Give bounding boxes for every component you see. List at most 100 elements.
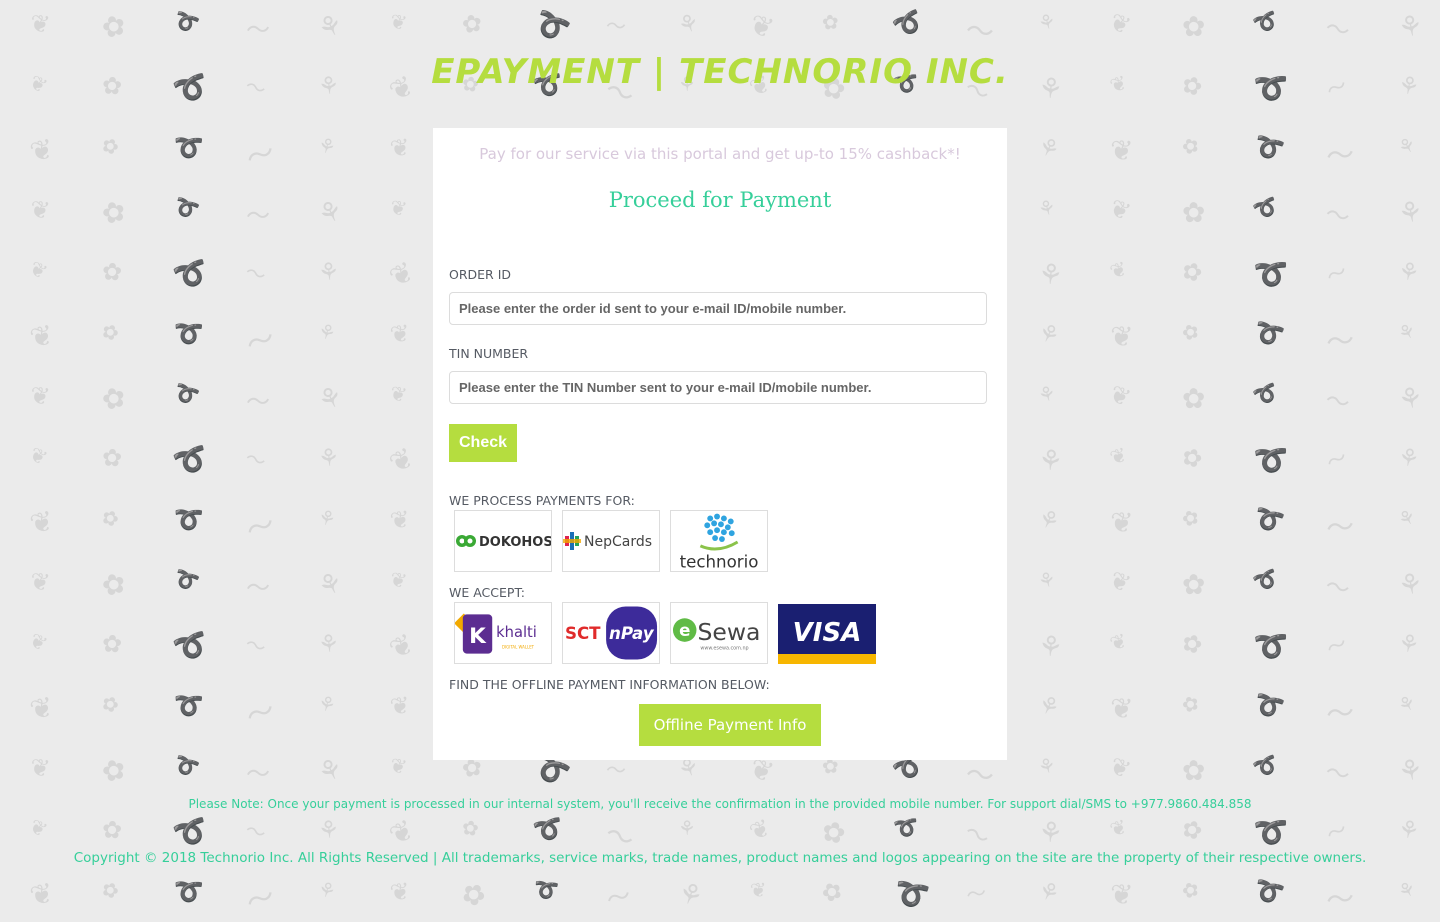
background-pattern-glyph: ➰	[891, 874, 932, 915]
background-pattern-glyph: ⚘	[1033, 874, 1065, 910]
order-id-input[interactable]	[449, 292, 987, 325]
svg-text:e: e	[679, 621, 690, 640]
background-pattern-glyph: ✿	[97, 689, 123, 719]
background-pattern-glyph: ❦	[25, 627, 52, 657]
background-pattern-glyph: ✿	[1181, 195, 1206, 230]
background-pattern-glyph: ➰	[1250, 502, 1288, 538]
background-pattern-glyph: 〜	[1322, 13, 1353, 47]
background-pattern-glyph: 〜	[603, 880, 635, 915]
background-pattern-glyph: ➰	[1250, 130, 1288, 166]
background-pattern-glyph: ❦	[387, 380, 410, 408]
background-pattern-glyph: ❦	[1106, 813, 1131, 843]
svg-text:Sewa: Sewa	[697, 618, 760, 646]
svg-text:SCT: SCT	[565, 624, 601, 643]
background-pattern-glyph: ⚘	[1036, 814, 1065, 851]
offline-payment-info-button[interactable]: Offline Payment Info	[639, 704, 821, 746]
background-pattern-glyph: ⚘	[1035, 8, 1059, 36]
background-pattern-glyph: ❦	[1109, 877, 1135, 912]
background-pattern-glyph: ➰	[173, 133, 205, 163]
background-pattern-glyph: ✿	[97, 317, 123, 347]
background-pattern-glyph: ➰	[892, 814, 921, 842]
background-pattern-glyph: ➰	[173, 691, 205, 721]
background-pattern-glyph: ✿	[1177, 441, 1207, 475]
background-pattern-glyph: 〜	[1322, 258, 1352, 290]
background-pattern-glyph: 〜	[1322, 199, 1353, 233]
background-pattern-glyph: ⚘	[1033, 316, 1065, 352]
background-pattern-glyph: ⚘	[315, 876, 339, 904]
background-pattern-glyph: ✿	[101, 815, 124, 845]
background-pattern-glyph: ❦	[1106, 255, 1131, 285]
background-pattern-glyph: 〜	[1322, 385, 1353, 419]
background-pattern-glyph: ➰	[1250, 749, 1283, 783]
background-pattern-glyph: ⚘	[1033, 502, 1065, 538]
background-pattern-glyph: ❦	[388, 690, 412, 722]
check-button[interactable]: Check	[449, 424, 517, 462]
background-pattern-glyph: 〜	[242, 817, 269, 847]
background-pattern-glyph: ⚘	[1035, 752, 1059, 780]
background-pattern-glyph: ➰	[532, 876, 561, 904]
background-pattern-glyph: ❦	[1105, 565, 1135, 599]
background-pattern-glyph: 〜	[245, 387, 271, 417]
payment-heading: Proceed for Payment	[608, 188, 832, 212]
background-pattern-glyph: ✿	[1178, 689, 1203, 719]
background-pattern-glyph: ⚘	[312, 192, 349, 233]
background-pattern-glyph: ❦	[383, 440, 420, 481]
background-pattern-glyph: ✿	[97, 565, 130, 604]
background-pattern-glyph: ✿	[97, 751, 130, 790]
background-pattern-glyph: ⚘	[316, 443, 341, 473]
background-pattern-glyph: ⚘	[678, 816, 696, 840]
background-pattern-glyph: ➰	[1250, 5, 1283, 39]
background-pattern-glyph: ❦	[1106, 441, 1131, 471]
background-pattern-glyph: ❦	[25, 255, 52, 285]
background-pattern-glyph: ✿	[1181, 9, 1206, 44]
background-pattern-glyph: ❦	[26, 317, 57, 356]
tin-number-input[interactable]	[449, 371, 987, 404]
background-pattern-glyph: ⚘	[1036, 256, 1065, 293]
background-pattern-glyph: ➰	[170, 564, 203, 596]
background-pattern-glyph: ❦	[745, 7, 778, 46]
background-pattern-glyph: ⚘	[1393, 503, 1421, 533]
background-pattern-glyph: ➰	[173, 505, 205, 535]
background-pattern-glyph: ⚘	[1395, 8, 1426, 45]
background-pattern-glyph: 〜	[245, 759, 271, 789]
background-pattern-glyph: ➰	[170, 192, 203, 224]
background-pattern-glyph: ❦	[28, 380, 52, 412]
background-pattern-glyph: ❦	[26, 875, 57, 914]
background-pattern-glyph: ➰	[1250, 316, 1288, 352]
background-pattern-glyph: ⚘	[315, 132, 339, 160]
we-accept-label: WE ACCEPT:	[449, 585, 525, 600]
svg-text:K: K	[469, 624, 487, 649]
background-pattern-glyph: ❦	[1109, 505, 1135, 540]
background-pattern-glyph: ✿	[97, 379, 130, 418]
background-pattern-glyph: ➰	[173, 877, 205, 907]
background-pattern-glyph: ❦	[388, 876, 412, 908]
background-pattern-glyph: 〜	[964, 880, 989, 908]
offline-info-label: FIND THE OFFLINE PAYMENT INFORMATION BEL…	[449, 677, 770, 692]
payment-card: Pay for our service via this portal and …	[433, 128, 1007, 760]
background-pattern-glyph: ⚘	[1035, 566, 1059, 594]
background-pattern-glyph: ❦	[388, 132, 412, 164]
background-pattern-glyph: 〜	[242, 631, 269, 661]
khalti-logo: K khalti DIGITAL WALLET	[454, 602, 552, 664]
background-pattern-glyph: ❦	[1109, 133, 1135, 168]
background-pattern-glyph: ❦	[1105, 193, 1135, 227]
process-payments-label: WE PROCESS PAYMENTS FOR:	[449, 493, 635, 508]
background-pattern-glyph: ❦	[26, 503, 57, 542]
copyright-text: Copyright © 2018 Technorio Inc. All Righ…	[73, 850, 1367, 866]
background-pattern-glyph: ⚘	[315, 690, 339, 718]
background-pattern-glyph: ✿	[97, 875, 123, 905]
background-pattern-glyph: 〜	[1324, 137, 1357, 174]
background-pattern-glyph: ⚘	[1036, 628, 1065, 665]
background-pattern-glyph: ✿	[1178, 875, 1203, 905]
background-pattern-glyph: ➰	[170, 750, 203, 782]
background-pattern-glyph: ⚘	[1393, 131, 1421, 161]
background-pattern-glyph: 〜	[245, 573, 271, 603]
background-pattern-glyph: 〜	[242, 445, 269, 475]
background-pattern-glyph: ❦	[383, 626, 420, 667]
promo-text: Pay for our service via this portal and …	[479, 145, 961, 163]
background-pattern-glyph: ➰	[169, 625, 214, 668]
background-pattern-glyph: ❦	[1109, 691, 1135, 726]
background-pattern-glyph: ➰	[170, 6, 203, 38]
background-pattern-glyph: ⚘	[1395, 752, 1426, 789]
background-pattern-glyph: ⚘	[316, 257, 341, 287]
